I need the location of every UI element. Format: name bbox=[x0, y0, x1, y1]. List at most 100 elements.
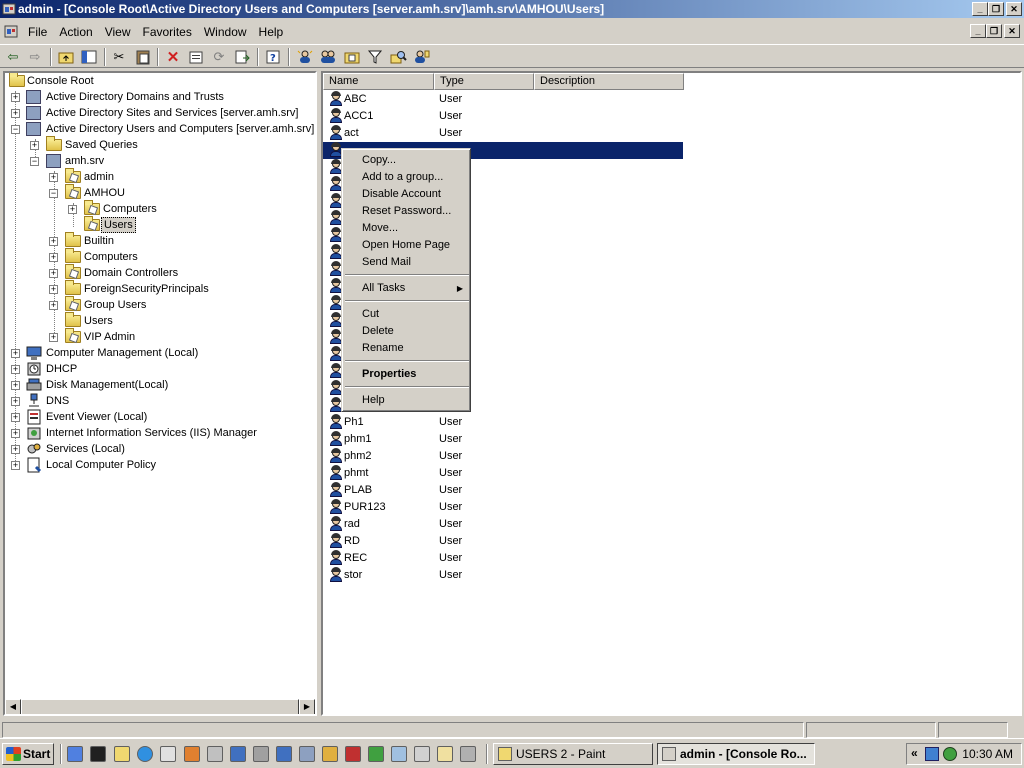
tree-item-dns[interactable]: + DNS bbox=[5, 393, 315, 409]
list-item[interactable]: phmt User bbox=[323, 465, 683, 482]
tree-item-amhou[interactable]: − AMHOU bbox=[5, 184, 315, 201]
list-item[interactable] bbox=[323, 380, 343, 397]
network-connection-icon[interactable] bbox=[925, 747, 939, 761]
tree-item-saved-queries[interactable]: + Saved Queries bbox=[5, 136, 315, 153]
clock[interactable]: 10:30 AM bbox=[962, 747, 1013, 761]
tree-item-iis-manager[interactable]: + Internet Information Services (IIS) Ma… bbox=[5, 425, 315, 441]
expand-plus-icon[interactable]: + bbox=[11, 365, 20, 374]
mmc-app-icon[interactable] bbox=[2, 2, 16, 16]
ad-users-icon[interactable] bbox=[299, 746, 315, 762]
menu-window[interactable]: Window bbox=[198, 25, 253, 39]
command-prompt-icon[interactable] bbox=[90, 746, 106, 762]
expand-plus-icon[interactable]: + bbox=[11, 461, 20, 470]
list-item[interactable]: PLAB User bbox=[323, 482, 683, 499]
list-item[interactable]: act User bbox=[323, 125, 683, 142]
show-hide-tree-icon[interactable] bbox=[80, 48, 98, 66]
tree-item-computers[interactable]: + Computers bbox=[5, 248, 315, 265]
list-item[interactable] bbox=[323, 312, 343, 329]
menu-item-move[interactable]: Move... bbox=[345, 220, 469, 237]
expand-plus-icon[interactable]: + bbox=[11, 445, 20, 454]
list-item[interactable] bbox=[323, 346, 343, 363]
delete-icon[interactable]: ✕ bbox=[164, 48, 182, 66]
close-button[interactable]: ✕ bbox=[1006, 2, 1022, 16]
menu-item-open-home-page[interactable]: Open Home Page bbox=[345, 237, 469, 254]
tray-expand-button[interactable]: « bbox=[911, 746, 918, 760]
tree-item-computer-management[interactable]: + Computer Management (Local) bbox=[5, 345, 315, 361]
tree-item-users[interactable]: Users bbox=[5, 312, 315, 329]
list-item[interactable]: Ph1 User bbox=[323, 414, 683, 431]
paste-icon[interactable] bbox=[134, 48, 152, 66]
disk-icon[interactable] bbox=[414, 746, 430, 762]
menu-item-add-to-group[interactable]: Add to a group... bbox=[345, 169, 469, 186]
show-desktop-icon[interactable] bbox=[67, 746, 83, 762]
policy-tool-icon[interactable] bbox=[322, 746, 338, 762]
users-group-icon[interactable] bbox=[184, 746, 200, 762]
network-icon[interactable] bbox=[230, 746, 246, 762]
column-header-type[interactable]: Type bbox=[434, 73, 534, 90]
menu-item-copy[interactable]: Copy... bbox=[345, 152, 469, 169]
expand-plus-icon[interactable]: + bbox=[11, 413, 20, 422]
properties-icon[interactable] bbox=[187, 48, 205, 66]
tree-item-builtin[interactable]: + Builtin bbox=[5, 232, 315, 249]
expand-plus-icon[interactable]: + bbox=[11, 429, 20, 438]
list-item[interactable] bbox=[323, 363, 343, 380]
taskbar-button-paint[interactable]: USERS 2 - Paint bbox=[493, 743, 653, 765]
dns-tool-icon[interactable] bbox=[368, 746, 384, 762]
security-icon[interactable] bbox=[345, 746, 361, 762]
list-item[interactable]: ACC1 User bbox=[323, 108, 683, 125]
mdi-minimize-button[interactable]: _ bbox=[970, 24, 986, 38]
menu-view[interactable]: View bbox=[99, 25, 137, 39]
menu-item-reset-password[interactable]: Reset Password... bbox=[345, 203, 469, 220]
dhcp-tool-icon[interactable] bbox=[391, 746, 407, 762]
expand-plus-icon[interactable]: + bbox=[49, 173, 58, 182]
filter-icon[interactable] bbox=[366, 48, 384, 66]
tree-item-amh-srv[interactable]: − amh.srv bbox=[5, 153, 315, 169]
new-group-icon[interactable] bbox=[319, 48, 337, 66]
list-item[interactable]: RD User bbox=[323, 533, 683, 550]
expand-plus-icon[interactable]: + bbox=[49, 285, 58, 294]
tree-item-services[interactable]: + Services (Local) bbox=[5, 441, 315, 457]
expand-plus-icon[interactable]: + bbox=[68, 205, 77, 214]
console-window-icon[interactable] bbox=[3, 24, 19, 40]
computer-icon[interactable] bbox=[253, 746, 269, 762]
list-item[interactable] bbox=[323, 261, 343, 278]
tree-item-disk-management[interactable]: + Disk Management(Local) bbox=[5, 377, 315, 393]
back-arrow-icon[interactable]: ⇦ bbox=[4, 48, 22, 66]
tree-horizontal-scrollbar[interactable]: ◀ ▶ bbox=[5, 699, 315, 714]
expand-plus-icon[interactable]: + bbox=[49, 237, 58, 246]
mdi-restore-button[interactable]: ❐ bbox=[986, 24, 1002, 38]
services-icon[interactable] bbox=[207, 746, 223, 762]
expand-plus-icon[interactable]: + bbox=[11, 93, 20, 102]
list-item[interactable] bbox=[323, 176, 343, 193]
taskbar-button-admin-console[interactable]: admin - [Console Ro... bbox=[657, 743, 815, 765]
collapse-minus-icon[interactable]: − bbox=[30, 157, 39, 166]
menu-item-rename[interactable]: Rename bbox=[345, 340, 469, 357]
tree-item-amhou-users[interactable]: Users bbox=[5, 216, 315, 233]
list-item[interactable]: phm1 User bbox=[323, 431, 683, 448]
start-button[interactable]: Start bbox=[2, 743, 54, 765]
tree-item-ad-sites-services[interactable]: + Active Directory Sites and Services [s… bbox=[5, 105, 315, 121]
refresh-icon[interactable]: ⟳ bbox=[210, 48, 228, 66]
title-bar[interactable]: admin - [Console Root\Active Directory U… bbox=[0, 0, 1024, 18]
tree-item-vip-admin[interactable]: + VIP Admin bbox=[5, 328, 315, 345]
list-item[interactable] bbox=[323, 210, 343, 227]
menu-favorites[interactable]: Favorites bbox=[137, 25, 198, 39]
internet-explorer-icon[interactable] bbox=[137, 746, 153, 762]
expand-plus-icon[interactable]: + bbox=[11, 381, 20, 390]
list-item[interactable]: REC User bbox=[323, 550, 683, 567]
column-header-description[interactable]: Description bbox=[534, 73, 684, 90]
expand-plus-icon[interactable]: + bbox=[30, 141, 39, 150]
mdi-close-button[interactable]: ✕ bbox=[1004, 24, 1020, 38]
menu-file[interactable]: File bbox=[22, 25, 53, 39]
help-icon[interactable]: ? bbox=[264, 48, 282, 66]
tree-item-ad-users-computers[interactable]: − Active Directory Users and Computers [… bbox=[5, 121, 315, 137]
cut-icon[interactable]: ✂ bbox=[110, 48, 128, 66]
keyboard-icon[interactable] bbox=[460, 746, 476, 762]
list-item[interactable]: PUR123 User bbox=[323, 499, 683, 516]
scroll-right-button[interactable]: ▶ bbox=[299, 699, 315, 714]
tree-item-group-users[interactable]: + Group Users bbox=[5, 296, 315, 313]
menu-item-help[interactable]: Help bbox=[345, 392, 469, 409]
menu-item-all-tasks[interactable]: All Tasks ▶ bbox=[345, 280, 469, 297]
tree-item-amhou-computers[interactable]: + Computers bbox=[5, 200, 315, 217]
tree-item-dhcp[interactable]: + DHCP bbox=[5, 361, 315, 377]
